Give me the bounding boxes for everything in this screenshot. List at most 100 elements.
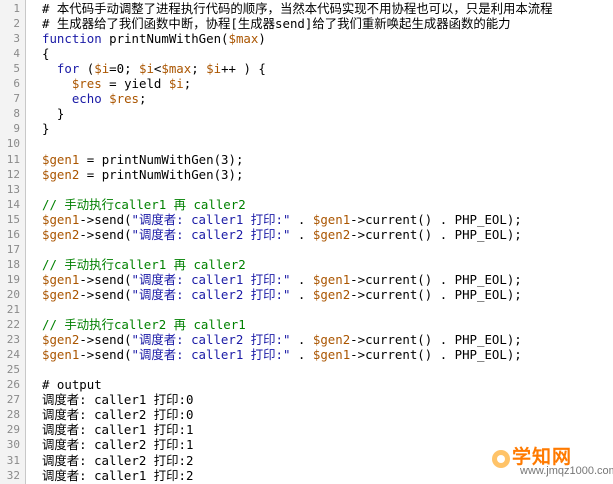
code-token: ->send( — [79, 286, 132, 302]
code-token: # 生成器给了我们函数中断，协程[生成器send]给了我们重新唤起生成器函数的能… — [42, 16, 511, 32]
code-line: 19 $gen1->send("调度者: caller1 打印:" . $gen1… — [0, 272, 613, 287]
line-number: 2 — [13, 17, 20, 31]
code-token: 调度者: caller1 打印:1 — [42, 422, 194, 438]
code-line: 6 $res = yield $i; — [0, 76, 613, 91]
line-number: 21 — [6, 303, 20, 316]
code-token: ; — [183, 76, 192, 92]
code-token: printNumWithGen( — [101, 31, 229, 47]
code-token: ->send( — [79, 211, 132, 227]
code-token: $res — [109, 91, 139, 107]
line-number: 31 — [6, 453, 20, 467]
code-line: 17 — [0, 242, 613, 257]
code-text: 调度者: caller1 打印:2 — [42, 468, 193, 483]
line-number: 18 — [6, 257, 20, 271]
code-token: $gen2 — [42, 332, 80, 348]
line-number: 14 — [6, 197, 20, 211]
code-line: 28 调度者: caller2 打印:0 — [0, 407, 613, 422]
code-token: $max — [228, 31, 259, 47]
code-token: ->current() . PHP_EOL); — [350, 271, 522, 287]
code-line: 1 # 本代码手动调整了进程执行代码的顺序，当然本代码实现不用协程也可以，只是利用… — [0, 1, 613, 16]
code-text: 调度者: caller2 打印:1 — [42, 437, 193, 452]
code-token: 调度者: caller2 打印:2 — [42, 452, 194, 468]
line-number: 19 — [6, 272, 20, 286]
code-text: $gen2->send("调度者: caller2 打印:" . $gen2->… — [42, 332, 522, 347]
code-token: $gen2 — [42, 166, 80, 182]
code-token: ->send( — [79, 271, 132, 287]
code-token: "调度者: caller1 打印:" — [131, 271, 291, 287]
code-token: "调度者: caller2 打印:" — [131, 286, 291, 302]
line-number: 7 — [13, 92, 20, 106]
code-text: # 本代码手动调整了进程执行代码的顺序，当然本代码实现不用协程也可以，只是利用本… — [42, 1, 553, 16]
code-text: $gen2->send("调度者: caller2 打印:" . $gen2->… — [42, 287, 522, 302]
code-token: # 本代码手动调整了进程执行代码的顺序，当然本代码实现不用协程也可以，只是利用本… — [42, 1, 553, 16]
code-editor[interactable]: 1 # 本代码手动调整了进程执行代码的顺序，当然本代码实现不用协程也可以，只是利用… — [0, 0, 613, 484]
code-text: } — [42, 121, 49, 136]
code-token: // 手动执行caller1 再 caller2 — [42, 196, 246, 212]
code-line: 8 } — [0, 106, 613, 121]
code-line: 26 # output — [0, 377, 613, 392]
line-number: 28 — [6, 408, 20, 422]
code-text: $res = yield $i; — [42, 76, 191, 91]
code-token: $gen2 — [312, 286, 351, 302]
code-line: 24 $gen1->send("调度者: caller1 打印:" . $gen1… — [0, 347, 613, 362]
code-line: 11 $gen1 = printNumWithGen(3); — [0, 152, 613, 167]
line-number: 4 — [13, 47, 20, 61]
code-token: ; — [191, 61, 207, 77]
line-number: 30 — [6, 438, 20, 452]
code-token: . — [290, 271, 313, 287]
line-number: 6 — [13, 77, 20, 91]
code-text: $gen1->send("调度者: caller1 打印:" . $gen1->… — [42, 272, 522, 287]
code-token: ->current() . PHP_EOL); — [350, 332, 522, 348]
code-token: echo — [71, 91, 102, 107]
line-number: 32 — [6, 468, 20, 482]
code-token: $res — [71, 76, 102, 92]
code-token: // 手动执行caller1 再 caller2 — [42, 256, 246, 272]
code-token: $gen2 — [42, 286, 80, 302]
line-number: 5 — [13, 62, 20, 76]
code-token: $i — [168, 76, 184, 92]
code-token: "调度者: caller1 打印:" — [131, 211, 291, 227]
line-number: 16 — [6, 227, 20, 241]
code-line: 22 // 手动执行caller2 再 caller1 — [0, 317, 613, 332]
code-text: echo $res; — [42, 91, 147, 107]
code-line: 20 $gen2->send("调度者: caller2 打印:" . $gen2… — [0, 287, 613, 302]
code-token: $gen2 — [312, 226, 351, 242]
code-text: 调度者: caller1 打印:0 — [42, 392, 193, 407]
code-text: # 生成器给了我们函数中断，协程[生成器send]给了我们重新唤起生成器函数的能… — [42, 16, 511, 31]
code-line: 25 — [0, 362, 613, 377]
code-line: 9} — [0, 121, 613, 136]
code-line: 3 function printNumWithGen($max) — [0, 31, 613, 46]
code-token: 调度者: caller1 打印:2 — [42, 467, 194, 483]
code-text: $gen2->send("调度者: caller2 打印:" . $gen2->… — [42, 227, 522, 242]
line-number: 9 — [13, 122, 20, 136]
code-line: 21 — [0, 302, 613, 317]
line-number: 22 — [6, 318, 20, 332]
line-number: 1 — [13, 2, 20, 15]
code-token: // 手动执行caller2 再 caller1 — [42, 317, 246, 333]
code-token: ->current() . PHP_EOL); — [350, 226, 522, 242]
code-token: ++ ) { — [221, 61, 266, 77]
code-token: 调度者: caller2 打印:0 — [42, 407, 194, 423]
code-text: // 手动执行caller1 再 caller2 — [42, 197, 246, 212]
watermark-url: www.jmqz1000.com — [520, 465, 613, 477]
line-number: 11 — [6, 152, 20, 166]
code-line: 4{ — [0, 46, 613, 61]
code-token: $gen1 — [312, 347, 351, 363]
line-number: 24 — [6, 348, 20, 362]
line-number: 12 — [6, 167, 20, 181]
code-token: ) — [258, 31, 266, 47]
code-token: } — [42, 106, 65, 122]
code-token: "调度者: caller2 打印:" — [131, 332, 291, 348]
code-token: "调度者: caller2 打印:" — [131, 226, 291, 242]
code-text: 调度者: caller2 打印:2 — [42, 453, 193, 468]
code-token: = printNumWithGen(3); — [79, 151, 244, 167]
code-token: . — [290, 286, 313, 302]
line-number: 20 — [6, 287, 20, 301]
code-token: $gen1 — [312, 211, 351, 227]
code-token: $gen1 — [42, 271, 80, 287]
code-line: 15 $gen1->send("调度者: caller1 打印:" . $gen1… — [0, 212, 613, 227]
code-token: . — [290, 347, 313, 363]
code-text: 调度者: caller2 打印:0 — [42, 407, 193, 422]
